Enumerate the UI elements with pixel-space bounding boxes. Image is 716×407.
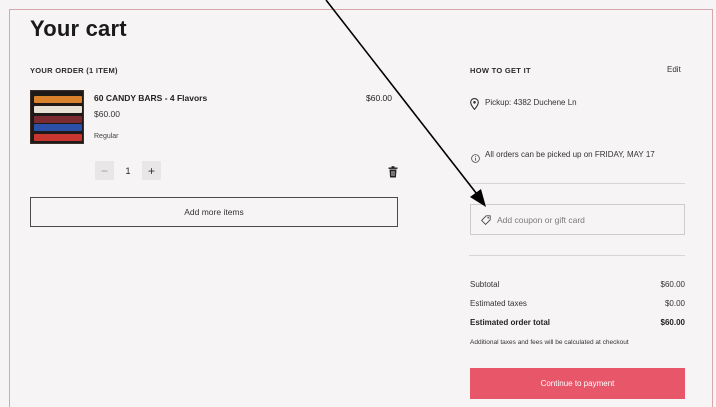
decrement-button[interactable]: −: [95, 161, 114, 180]
info-icon: [471, 150, 480, 163]
location-pin-icon: [470, 97, 479, 111]
quantity-stepper: − 1 +: [95, 161, 161, 180]
product-thumbnail[interactable]: [30, 90, 84, 144]
edit-fulfillment-link[interactable]: Edit: [667, 65, 681, 74]
subtotal-row: Subtotal $60.00: [470, 280, 685, 289]
increment-button[interactable]: +: [142, 161, 161, 180]
pickup-address: Pickup: 4382 Duchene Ln: [485, 98, 577, 107]
tag-icon: [481, 214, 491, 225]
pickup-info-text: All orders can be picked up on FRIDAY, M…: [485, 150, 655, 159]
coupon-field[interactable]: [470, 204, 685, 235]
taxes-label: Estimated taxes: [470, 299, 527, 308]
taxes-row: Estimated taxes $0.00: [470, 299, 685, 308]
subtotal-label: Subtotal: [470, 280, 500, 289]
total-row: Estimated order total $60.00: [470, 318, 685, 327]
item-name: 60 CANDY BARS - 4 Flavors: [94, 93, 208, 103]
page-title: Your cart: [30, 16, 127, 41]
divider: [469, 183, 685, 184]
continue-to-payment-button[interactable]: Continue to payment: [470, 368, 685, 399]
order-section-label: YOUR ORDER (1 ITEM): [30, 66, 118, 75]
item-price: $60.00: [94, 109, 120, 119]
checkout-note: Additional taxes and fees will be calcul…: [470, 339, 629, 346]
item-variant: Regular: [94, 133, 119, 140]
fulfillment-section-label: HOW TO GET IT: [470, 66, 531, 75]
divider: [469, 255, 685, 256]
trash-icon[interactable]: [388, 165, 398, 178]
coupon-input[interactable]: [497, 214, 677, 225]
quantity-value: 1: [125, 165, 131, 176]
taxes-value: $0.00: [664, 299, 685, 308]
total-label: Estimated order total: [470, 318, 551, 327]
add-more-items-button[interactable]: Add more items: [30, 197, 398, 227]
subtotal-value: $60.00: [660, 280, 685, 289]
item-line-total: $60.00: [366, 93, 392, 103]
total-value: $60.00: [660, 318, 685, 327]
